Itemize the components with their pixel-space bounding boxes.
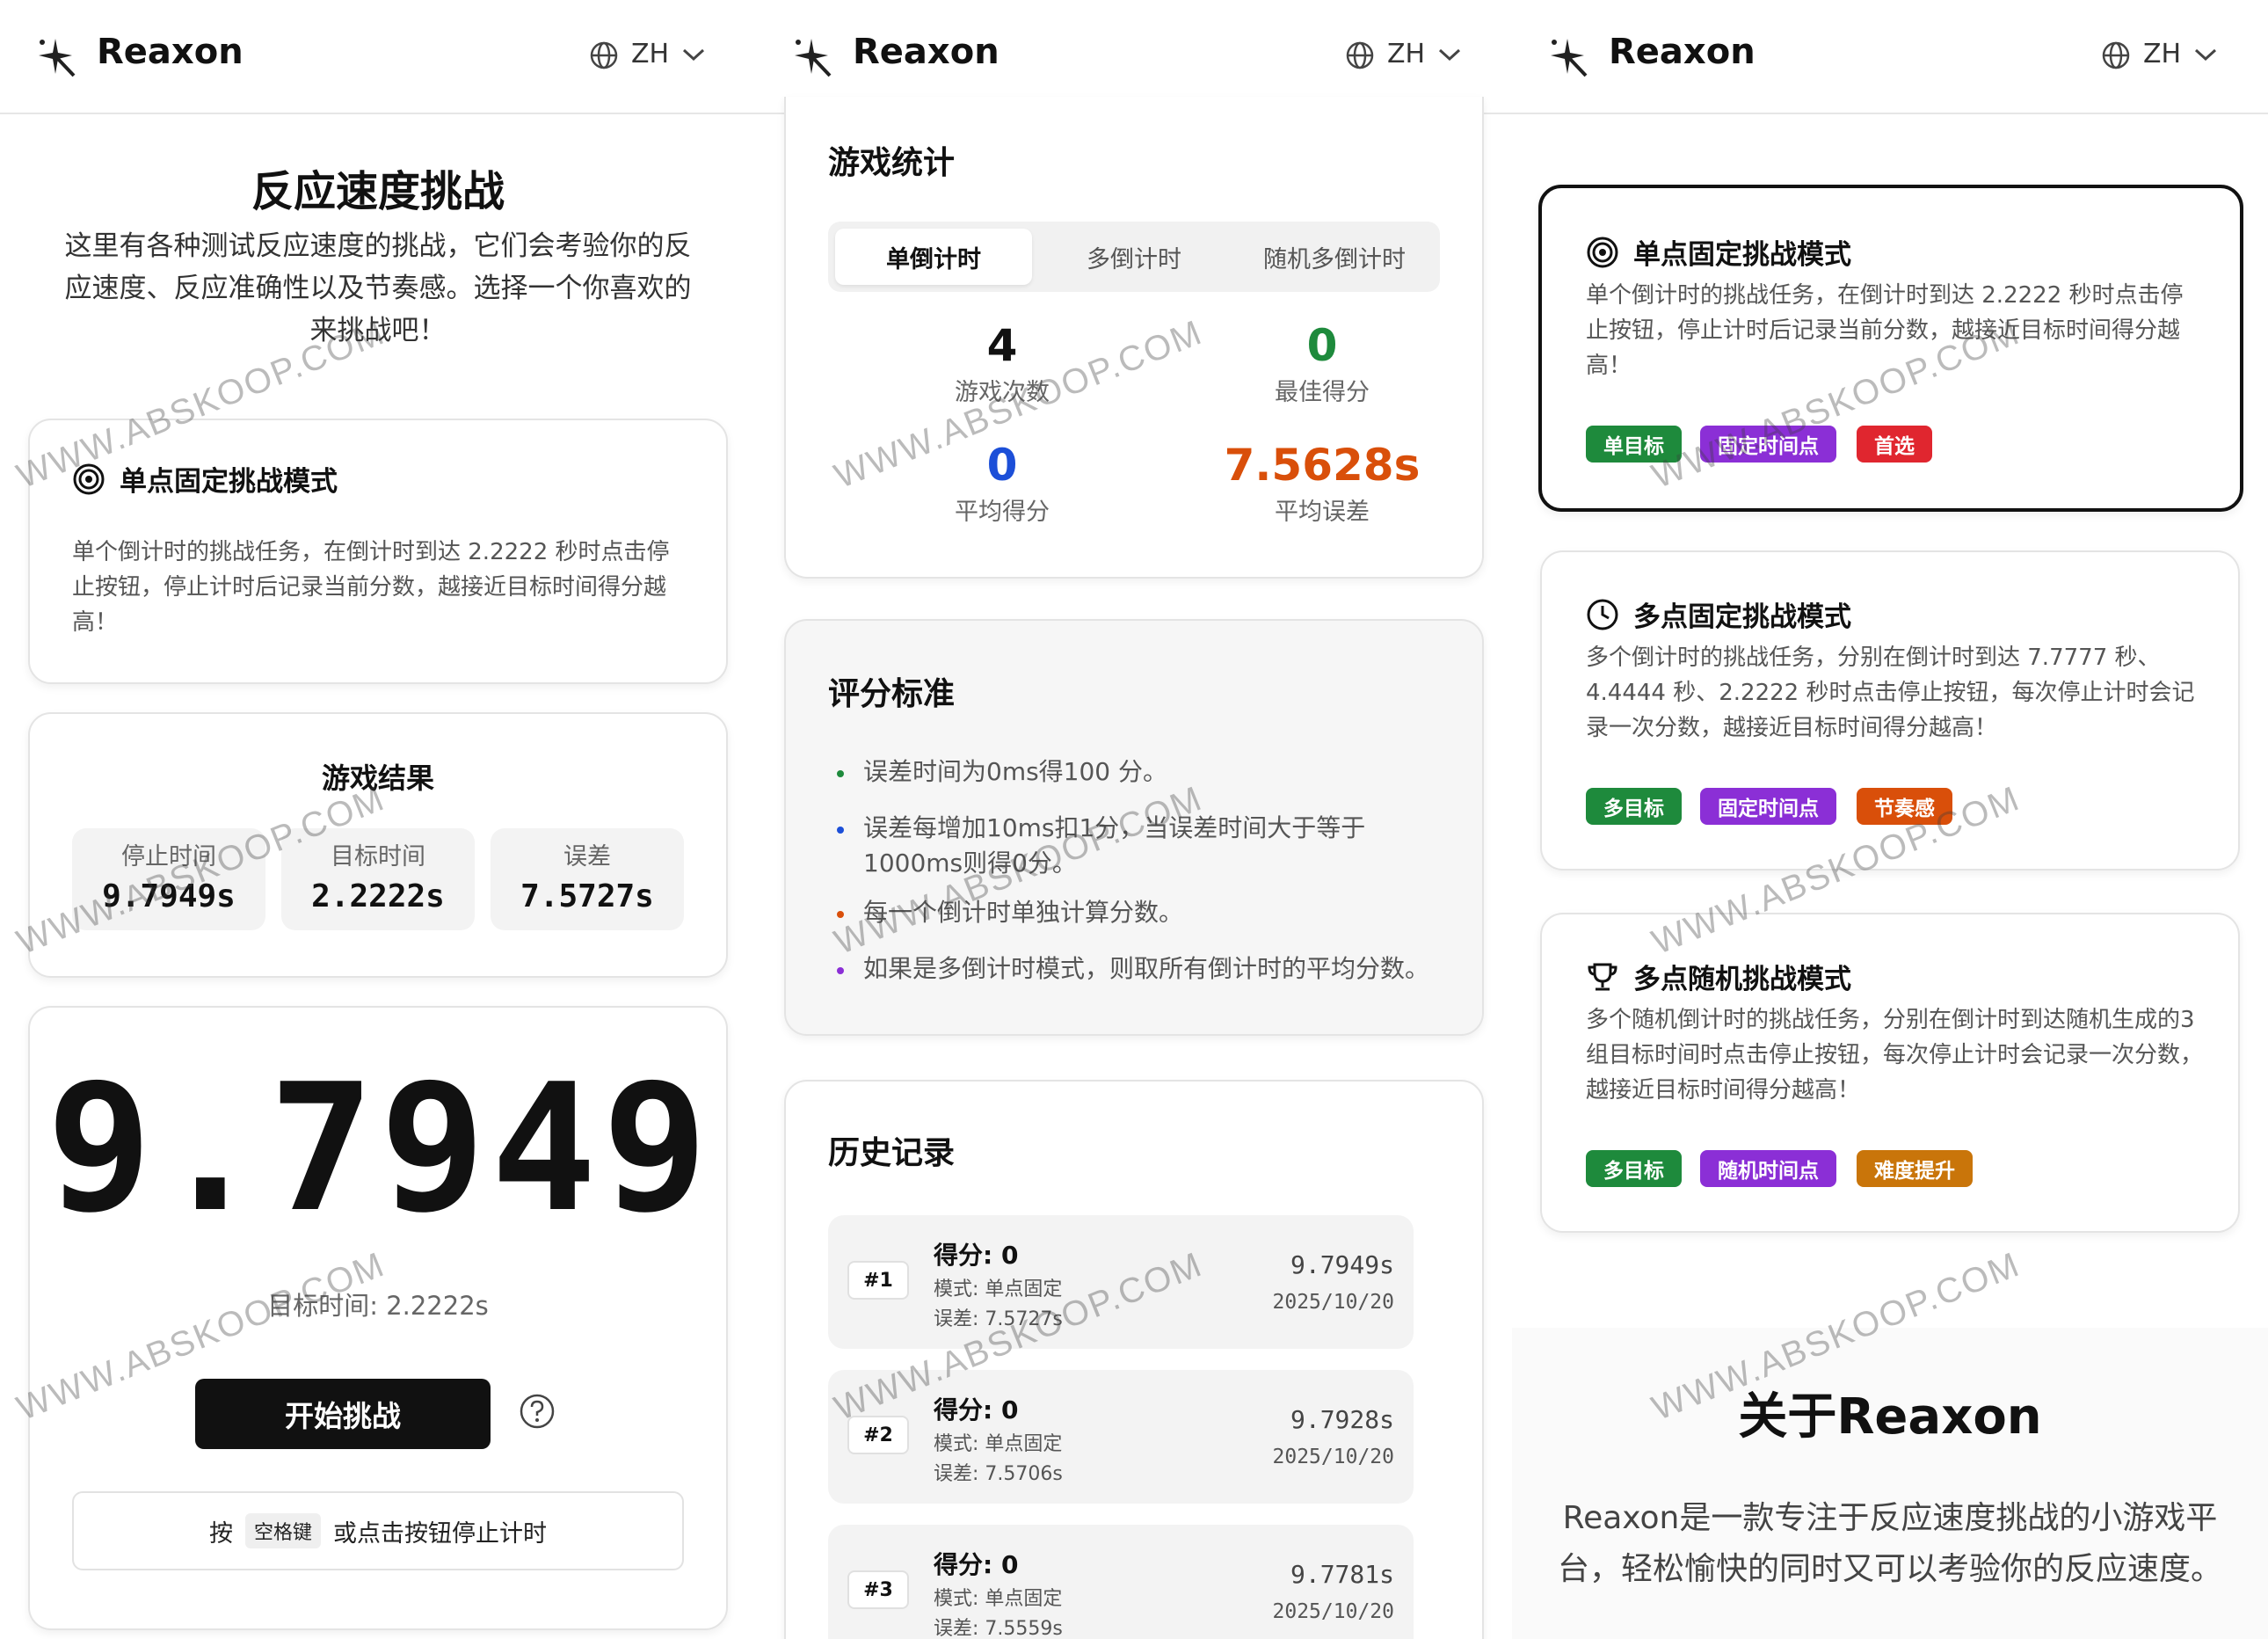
mode-title: 单点固定挑战模式 bbox=[1633, 239, 1851, 271]
trophy-icon bbox=[1588, 963, 1617, 990]
tab-multi[interactable]: 多倒计时 bbox=[1036, 229, 1232, 285]
rule-text: 误差时间为0ms得100 分。 bbox=[863, 757, 1168, 786]
tag-badge: 多目标 bbox=[1586, 1150, 1682, 1187]
about-title: 关于Reaxon bbox=[1738, 1388, 2042, 1446]
bullet-dot bbox=[837, 827, 844, 834]
error-label: 误差 bbox=[563, 843, 611, 870]
page-title: 反应速度挑战 bbox=[251, 167, 505, 216]
rule-item: 误差时间为0ms得100 分。 bbox=[837, 754, 1435, 790]
language-selector[interactable]: ZH bbox=[1387, 39, 1425, 69]
history-row[interactable]: #3 得分: 0 模式: 单点固定 误差: 7.5559s 9.7781s 20… bbox=[828, 1525, 1414, 1639]
history-time: 9.7928s bbox=[1290, 1405, 1394, 1434]
bullet-dot bbox=[837, 911, 844, 918]
history-error: 误差: 7.5706s bbox=[934, 1463, 1063, 1485]
timer-display: 9.7949 bbox=[46, 1046, 714, 1251]
hint-prefix: 按 bbox=[208, 1519, 233, 1548]
keyboard-hint: 按 空格键 或点击按钮停止计时 bbox=[72, 1491, 684, 1570]
brand-name[interactable]: Reaxon bbox=[97, 32, 244, 72]
avg-error-label: 平均误差 bbox=[1275, 499, 1370, 526]
stat-best: 0 最佳得分 bbox=[1190, 320, 1454, 407]
tag-badge: 难度提升 bbox=[1857, 1150, 1973, 1187]
sparkle-logo-icon[interactable] bbox=[789, 35, 833, 79]
mode-title: 多点固定挑战模式 bbox=[1633, 601, 1851, 633]
mode-description: 多个倒计时的挑战任务，分别在倒计时到达 7.7777 秒、4.4444 秒、2.… bbox=[1586, 645, 2195, 741]
mode-header: 多点固定挑战模式 bbox=[1586, 594, 1851, 634]
header: Reaxon ZH bbox=[0, 0, 756, 114]
history-title: 历史记录 bbox=[828, 1135, 956, 1171]
globe-icon[interactable] bbox=[1345, 40, 1375, 70]
mode-header: 多点随机挑战模式 bbox=[1586, 957, 1851, 996]
history-date: 2025/10/20 bbox=[1272, 1446, 1394, 1468]
best-score: 0 bbox=[1306, 320, 1338, 371]
brand-name[interactable]: Reaxon bbox=[853, 32, 1000, 72]
history-rank: #1 bbox=[847, 1261, 909, 1300]
history-mode: 模式: 单点固定 bbox=[934, 1278, 1063, 1300]
globe-icon[interactable] bbox=[2101, 40, 2131, 70]
history-date: 2025/10/20 bbox=[1272, 1291, 1394, 1314]
history-rank: #3 bbox=[847, 1570, 909, 1609]
history-score: 得分: 0 bbox=[934, 1395, 1019, 1424]
chevron-down-icon[interactable] bbox=[2192, 46, 2219, 63]
target-time-value: 2.2222s bbox=[311, 878, 445, 914]
error-box: 误差 7.5727s bbox=[491, 828, 684, 930]
panel-modes: Reaxon ZH 单点固定挑战模式 单个倒计时的挑战任务，在倒计时到达 2.2… bbox=[1512, 0, 2268, 1639]
history-score: 得分: 0 bbox=[934, 1241, 1019, 1270]
tag-badge: 首选 bbox=[1857, 426, 1932, 463]
start-challenge-button[interactable]: 开始挑战 bbox=[195, 1379, 491, 1449]
language-selector[interactable]: ZH bbox=[2143, 39, 2181, 69]
sparkle-logo-icon[interactable] bbox=[1545, 35, 1589, 79]
mode-header: 单点固定挑战模式 bbox=[1586, 232, 1851, 272]
rule-text: 如果是多倒计时模式，则取所有倒计时的平均分数。 bbox=[863, 954, 1430, 983]
header: Reaxon ZH bbox=[1512, 0, 2268, 114]
stats-title: 游戏统计 bbox=[828, 145, 956, 181]
avg-error: 7.5628s bbox=[1224, 440, 1421, 491]
chevron-down-icon[interactable] bbox=[1436, 46, 1463, 63]
error-value: 7.5727s bbox=[520, 878, 654, 914]
history-mode: 模式: 单点固定 bbox=[934, 1588, 1063, 1610]
mode-title: 多点随机挑战模式 bbox=[1633, 964, 1851, 995]
rules-title: 评分标准 bbox=[828, 676, 956, 712]
tab-single[interactable]: 单倒计时 bbox=[835, 229, 1032, 285]
tab-random-multi[interactable]: 随机多倒计时 bbox=[1236, 229, 1433, 285]
mode-tabs: 单倒计时 多倒计时 随机多倒计时 bbox=[828, 222, 1440, 292]
bullet-dot bbox=[837, 770, 844, 777]
tag-badge: 多目标 bbox=[1586, 788, 1682, 825]
history-date: 2025/10/20 bbox=[1272, 1600, 1394, 1623]
mode-description: 单个倒计时的挑战任务，在倒计时到达 2.2222 秒时点击停止按钮，停止计时后记… bbox=[72, 539, 670, 636]
sparkle-logo-icon[interactable] bbox=[33, 35, 77, 79]
tag-badge: 固定时间点 bbox=[1700, 788, 1836, 825]
about-description: Reaxon是一款专注于反应速度挑战的小游戏平台，轻松愉快的同时又可以考验你的反… bbox=[1557, 1500, 2222, 1587]
target-icon bbox=[1587, 237, 1618, 267]
help-icon[interactable] bbox=[519, 1393, 556, 1430]
mode-header: 单点固定挑战模式 bbox=[72, 459, 338, 499]
rule-item: 如果是多倒计时模式，则取所有倒计时的平均分数。 bbox=[837, 951, 1435, 987]
bullet-dot bbox=[837, 967, 844, 974]
target-time-line: 目标时间: 2.2222s bbox=[267, 1291, 489, 1321]
history-error: 误差: 7.5559s bbox=[934, 1618, 1063, 1639]
clock-icon bbox=[1587, 599, 1618, 630]
mode-description: 多个随机倒计时的挑战任务，分别在倒计时到达随机生成的3组目标时间时点击停止按钮，… bbox=[1586, 1007, 2204, 1104]
history-time: 9.7781s bbox=[1290, 1560, 1394, 1589]
space-key-badge: 空格键 bbox=[244, 1513, 321, 1548]
mode-title: 单点固定挑战模式 bbox=[120, 466, 338, 498]
avg-score-label: 平均得分 bbox=[955, 499, 1050, 526]
hint-suffix: 或点击按钮停止计时 bbox=[333, 1519, 547, 1548]
history-mode: 模式: 单点固定 bbox=[934, 1433, 1063, 1455]
best-label: 最佳得分 bbox=[1275, 379, 1370, 406]
history-score: 得分: 0 bbox=[934, 1550, 1019, 1579]
mode-card[interactable]: 单点固定挑战模式 单个倒计时的挑战任务，在倒计时到达 2.2222 秒时点击停止… bbox=[28, 419, 728, 684]
tag-badge: 随机时间点 bbox=[1700, 1150, 1836, 1187]
brand-name[interactable]: Reaxon bbox=[1609, 32, 1756, 72]
globe-icon[interactable] bbox=[589, 40, 619, 70]
stat-avg-error: 7.5628s 平均误差 bbox=[1190, 440, 1454, 527]
language-selector[interactable]: ZH bbox=[631, 39, 669, 69]
history-time: 9.7949s bbox=[1290, 1250, 1394, 1279]
chevron-down-icon[interactable] bbox=[680, 46, 707, 63]
